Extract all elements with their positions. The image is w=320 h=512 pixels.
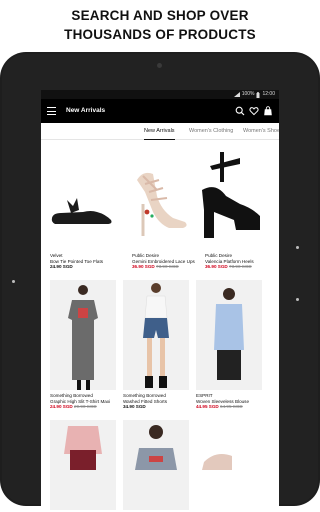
product-original-price: 73.90 SGD [156,264,179,270]
product-photo-flats [51,198,112,224]
product-sale-price: 24.90 SGD [50,404,73,410]
battery-level: 100% [241,91,255,97]
app-screen: 100% 12:00 New Arrivals New Arrivals Wom… [41,90,279,510]
product-price-row: 44.95 SGD 64.95 SGD [196,404,266,410]
product-info: Public Desire Valencia Platform Heels 36… [205,253,275,270]
product-image[interactable] [123,280,189,390]
tab-new-arrivals[interactable]: New Arrivals [144,123,175,140]
signal-icon [233,92,240,97]
product-original-price: 29.90 SGD [74,404,97,410]
product-price: 34.90 SGD [123,404,146,410]
headline: SEARCH AND SHOP OVER THOUSANDS OF PRODUC… [0,6,320,44]
product-photo-graphic-tee [135,425,177,470]
status-bar: 100% 12:00 [41,90,279,99]
product-original-price: 73.90 SGD [229,264,252,270]
right-sensor-dot-top [296,246,299,249]
product-photo-tshirt-maxi [68,285,98,390]
product-image[interactable] [196,140,270,250]
right-sensor-dot-bottom [296,298,299,301]
product-sale-price: 44.95 SGD [196,404,219,410]
product-image[interactable] [196,420,262,510]
shopping-bag-icon[interactable] [263,106,273,116]
headline-line-1: SEARCH AND SHOP OVER [71,8,249,23]
headline-line-2: THOUSANDS OF PRODUCTS [64,27,256,42]
product-sale-price: 36.90 SGD [132,264,155,270]
product-original-price: 64.95 SGD [220,404,243,410]
product-photo-sleeveless-blouse [214,288,244,380]
product-price-row: 34.90 SGD [123,404,193,410]
product-photo-shoe [202,454,232,470]
category-tabs: New Arrivals Women's Clothing Women's Sh… [41,123,279,140]
product-image[interactable] [196,280,262,390]
product-image[interactable] [50,420,116,510]
product-image[interactable] [123,140,197,250]
product-price-row: 36.90 SGD 73.90 SGD [205,264,275,270]
product-info: Something Borrowed Washed Fitted Shorts … [123,393,193,410]
product-price: 24.90 SGD [50,264,73,270]
product-info: Something Borrowed Graphic High Slit T-S… [50,393,120,410]
product-sale-price: 36.90 SGD [205,264,228,270]
heart-icon[interactable] [249,106,259,116]
tablet-device-frame: 100% 12:00 New Arrivals New Arrivals Wom… [0,52,320,510]
tab-womens-shoes[interactable]: Women's Shoes [243,123,279,139]
product-price-row: 24.90 SGD [50,264,120,270]
battery-icon [256,91,260,98]
product-photo-fitted-shorts [143,283,169,388]
product-info: ESPRIT Woven Sleeveless Blouse 44.95 SGD… [196,393,266,410]
product-price-row: 36.90 SGD 73.90 SGD [132,264,202,270]
product-image[interactable] [41,140,115,250]
app-toolbar: New Arrivals [41,99,279,123]
product-image[interactable] [123,420,189,510]
product-photo-sweater [64,426,102,470]
front-camera [157,63,162,68]
product-price-row: 24.90 SGD 29.90 SGD [50,404,120,410]
product-photo-platform-heels [202,152,260,238]
left-sensor-dot [12,280,15,283]
hamburger-menu-icon[interactable] [47,107,56,115]
toolbar-title: New Arrivals [66,107,106,114]
product-info: Public Desire Gemini Embroidered Lace Up… [132,253,202,270]
search-icon[interactable] [235,106,245,116]
status-time: 12:00 [262,91,275,97]
tab-womens-clothing[interactable]: Women's Clothing [189,123,233,139]
product-photo-lace-ups [137,172,187,236]
product-image[interactable] [50,280,116,390]
product-info: Velvet Bow Tie Pointed Toe Flats 24.90 S… [50,253,120,270]
